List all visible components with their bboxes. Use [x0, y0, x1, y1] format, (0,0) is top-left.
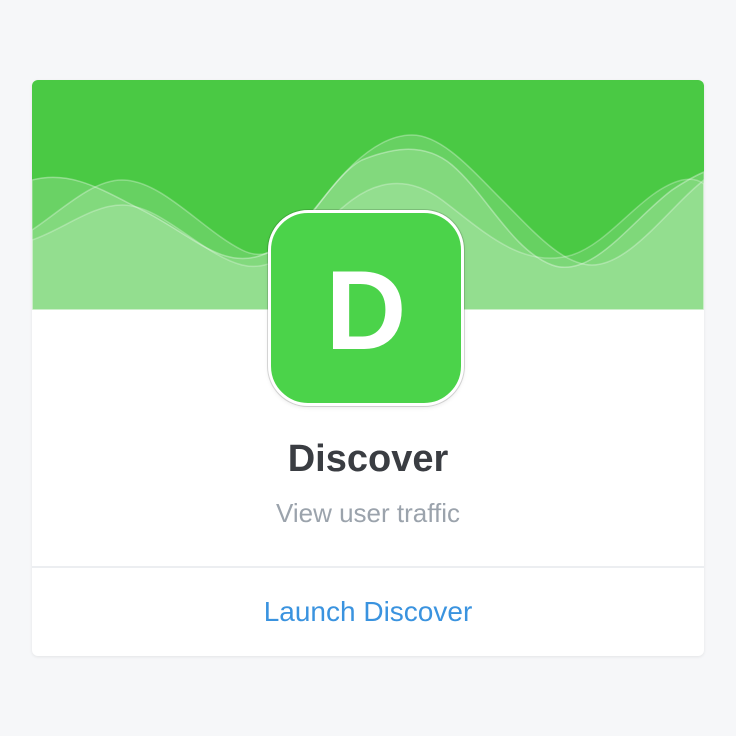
- discover-app-icon: D: [268, 210, 464, 406]
- app-description: View user traffic: [275, 498, 460, 528]
- launch-button-label: Launch Discover: [263, 596, 473, 627]
- app-card: D Discover View user traffic Launch Disc…: [32, 80, 704, 656]
- app-icon-letter: D: [325, 248, 407, 373]
- app-title: Discover: [287, 438, 449, 480]
- launch-discover-button[interactable]: Launch Discover: [32, 568, 704, 656]
